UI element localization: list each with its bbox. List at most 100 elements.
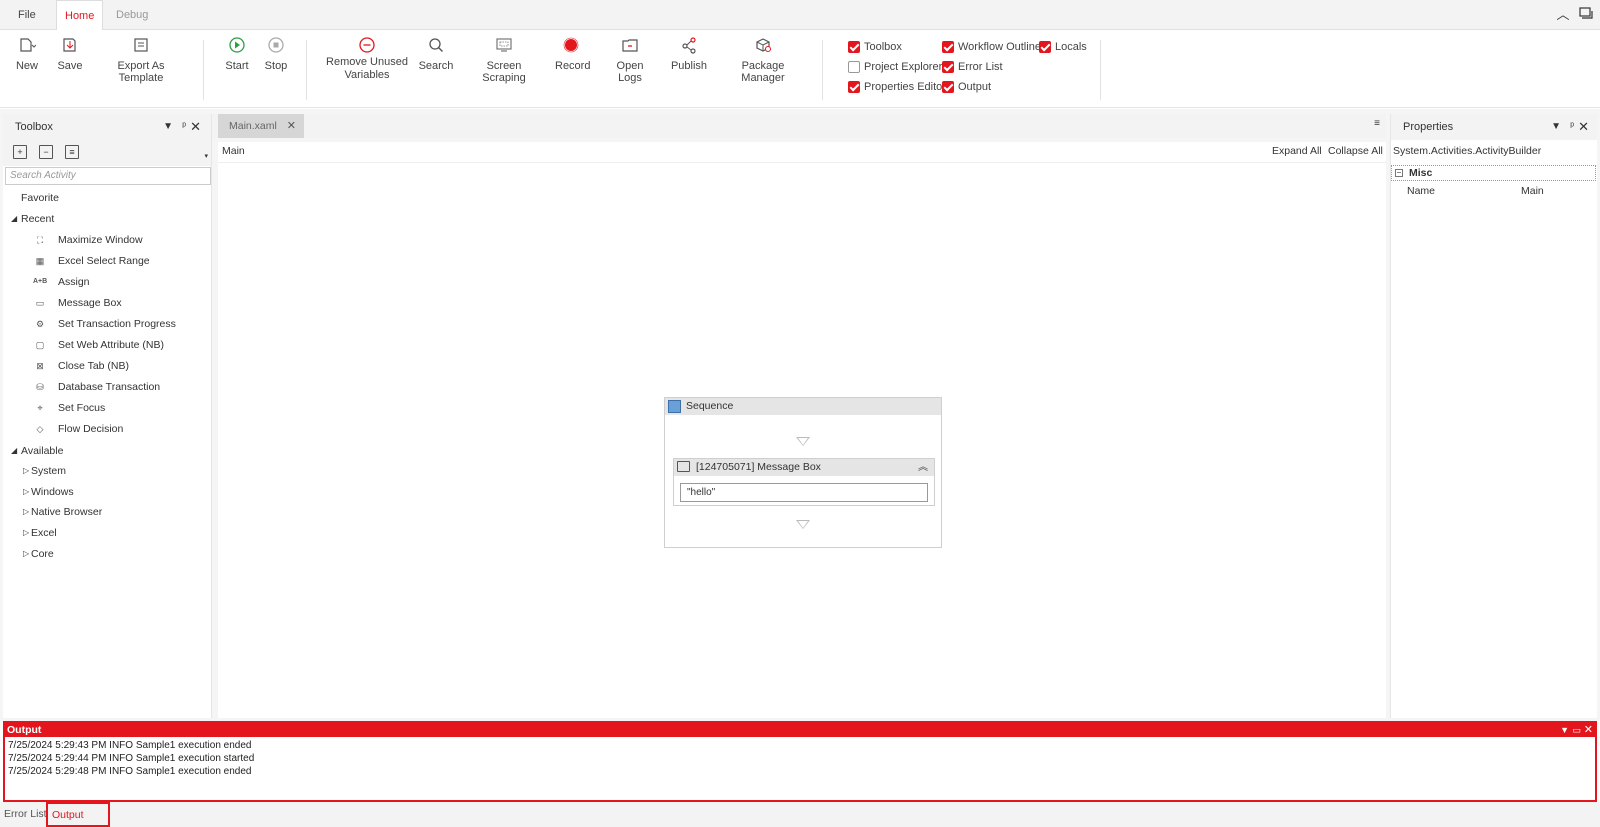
collapsed-triangle-icon: ▷	[23, 466, 30, 475]
close-tab-icon[interactable]: ✕	[287, 114, 296, 138]
drop-target-arrow-icon[interactable]	[796, 520, 810, 529]
expanded-triangle-icon: ◢	[11, 214, 18, 223]
export-template-button[interactable]: Export As Template	[96, 36, 186, 84]
ribbon-separator	[822, 40, 823, 100]
tab-main-xaml[interactable]: Main.xaml ✕	[218, 114, 304, 138]
collapsed-triangle-icon: ▷	[23, 549, 30, 558]
property-row-name[interactable]: Name Main	[1391, 182, 1596, 200]
ribbon-separator	[1100, 40, 1101, 100]
list-view-icon[interactable]: ≡	[65, 145, 79, 159]
ribbon-separator	[306, 40, 307, 100]
search-activity-input[interactable]: Search Activity	[5, 167, 211, 185]
menu-bar: File Home Debug ︿	[0, 0, 1600, 31]
close-icon[interactable]: ✕	[1578, 114, 1589, 140]
message-box-header[interactable]: [124705071] Message Box ︽	[674, 459, 934, 476]
toolbox-panel: Toolbox ▼ ᵖ ✕ + − ≡ ▾ Search Activity Fa…	[3, 114, 212, 718]
property-value[interactable]: Main	[1521, 182, 1544, 200]
package-manager-button[interactable]: Package Manager	[721, 36, 805, 84]
record-icon	[563, 37, 579, 53]
remove-unused-variables-button[interactable]: Remove Unused Variables	[326, 36, 408, 82]
toolbox-header: Toolbox ▼ ᵖ ✕	[3, 114, 211, 140]
maximize-window-icon: ⛶	[36, 235, 44, 245]
screen-scraping-icon	[496, 38, 512, 52]
collapse-category-icon[interactable]: −	[1395, 169, 1403, 177]
expanded-triangle-icon: ◢	[11, 446, 18, 455]
database-icon: ⛁	[36, 382, 44, 392]
dropdown-icon[interactable]: ▼	[163, 114, 173, 140]
tab-list-icon[interactable]: ≡	[1374, 118, 1380, 129]
scroll-marker-icon: ▾	[204, 153, 208, 160]
feedback-icon[interactable]	[1578, 7, 1594, 23]
close-icon[interactable]: ✕	[190, 114, 201, 140]
new-file-icon	[20, 38, 36, 52]
pin-icon[interactable]: ▭	[1572, 723, 1581, 737]
stop-icon	[268, 37, 284, 53]
message-box-icon: ▭	[35, 298, 45, 308]
open-logs-button[interactable]: Open Logs	[604, 36, 656, 84]
dropdown-icon[interactable]: ▼	[1551, 114, 1561, 140]
save-icon	[63, 38, 76, 52]
output-title: Output	[7, 724, 42, 736]
assign-icon: A+B	[33, 278, 48, 285]
pin-icon[interactable]: ᵖ	[1570, 114, 1574, 140]
properties-header: Properties ▼ ᵖ ✕	[1391, 114, 1597, 140]
screen-scraping-button[interactable]: Screen Scraping	[466, 36, 542, 84]
ribbon-separator	[203, 40, 204, 100]
log-line: 7/25/2024 5:29:43 PM INFO Sample1 execut…	[8, 740, 252, 751]
package-manager-icon	[756, 38, 771, 52]
divider	[218, 162, 1386, 163]
dropdown-icon[interactable]: ▼	[1560, 723, 1569, 737]
toolbox-toolbar: + − ≡ ▾	[3, 140, 211, 166]
record-button[interactable]: Record	[555, 36, 590, 72]
tab-file[interactable]: File	[10, 0, 44, 30]
tab-output[interactable]: Output	[46, 802, 110, 827]
save-button[interactable]: Save	[55, 36, 85, 72]
properties-title: Properties	[1403, 121, 1454, 133]
tab-error-list[interactable]: Error List	[4, 807, 47, 821]
log-line: 7/25/2024 5:29:44 PM INFO Sample1 execut…	[8, 753, 255, 764]
properties-category-misc[interactable]: − Misc	[1391, 165, 1596, 181]
search-icon	[429, 38, 443, 52]
close-icon[interactable]: ✕	[1584, 723, 1593, 737]
collapse-all-icon[interactable]: −	[39, 145, 53, 159]
tab-home[interactable]: Home	[56, 0, 104, 31]
collapse-activity-icon[interactable]: ︽	[918, 459, 928, 476]
tree-favorite[interactable]: Favorite	[21, 188, 59, 208]
breadcrumb[interactable]: Main	[222, 142, 245, 160]
expand-all-icon[interactable]: +	[13, 145, 27, 159]
transaction-progress-icon: ⚙	[35, 319, 45, 329]
new-button[interactable]: New	[12, 36, 42, 72]
collapsed-triangle-icon: ▷	[23, 487, 30, 496]
flow-decision-icon: ◇	[36, 424, 44, 434]
output-panel: Output ▼ ▭ ✕ 7/25/2024 5:29:43 PM INFO S…	[3, 721, 1597, 802]
ribbon: New Save Export As Template Start Stop R…	[0, 30, 1600, 108]
properties-panel: Properties ▼ ᵖ ✕ System.Activities.Activ…	[1390, 114, 1597, 718]
collapse-all-link[interactable]: Collapse All	[1328, 142, 1383, 160]
message-box-icon	[677, 461, 690, 472]
sequence-icon	[668, 400, 681, 413]
collapse-ribbon-icon[interactable]: ︿	[1555, 7, 1571, 23]
pin-icon[interactable]: ᵖ	[182, 114, 186, 140]
tab-debug[interactable]: Debug	[108, 0, 156, 30]
sequence-header[interactable]: Sequence	[665, 398, 941, 415]
drop-target-arrow-icon[interactable]	[796, 437, 810, 446]
message-box-activity[interactable]: [124705071] Message Box ︽ "hello"	[673, 458, 935, 506]
close-tab-icon: ⊠	[36, 361, 44, 371]
expand-all-link[interactable]: Expand All	[1272, 142, 1322, 160]
toolbox-title: Toolbox	[15, 121, 53, 133]
bottom-panel-tabs: Error List Output	[0, 802, 1600, 827]
web-attribute-icon: ▢	[35, 340, 45, 350]
properties-type-name: System.Activities.ActivityBuilder	[1393, 145, 1542, 157]
excel-range-icon: ▦	[35, 256, 45, 266]
stop-button[interactable]: Stop	[263, 36, 289, 72]
export-template-icon	[134, 38, 148, 52]
sequence-activity[interactable]: Sequence [124705071] Message Box ︽ "hell…	[664, 397, 942, 548]
search-button[interactable]: Search	[418, 36, 454, 72]
publish-button[interactable]: Publish	[670, 36, 708, 72]
start-button[interactable]: Start	[224, 36, 250, 72]
collapsed-triangle-icon: ▷	[23, 507, 30, 516]
open-logs-icon	[622, 39, 638, 52]
collapsed-triangle-icon: ▷	[23, 528, 30, 537]
message-text-input[interactable]: "hello"	[680, 483, 928, 502]
remove-icon	[359, 37, 375, 53]
